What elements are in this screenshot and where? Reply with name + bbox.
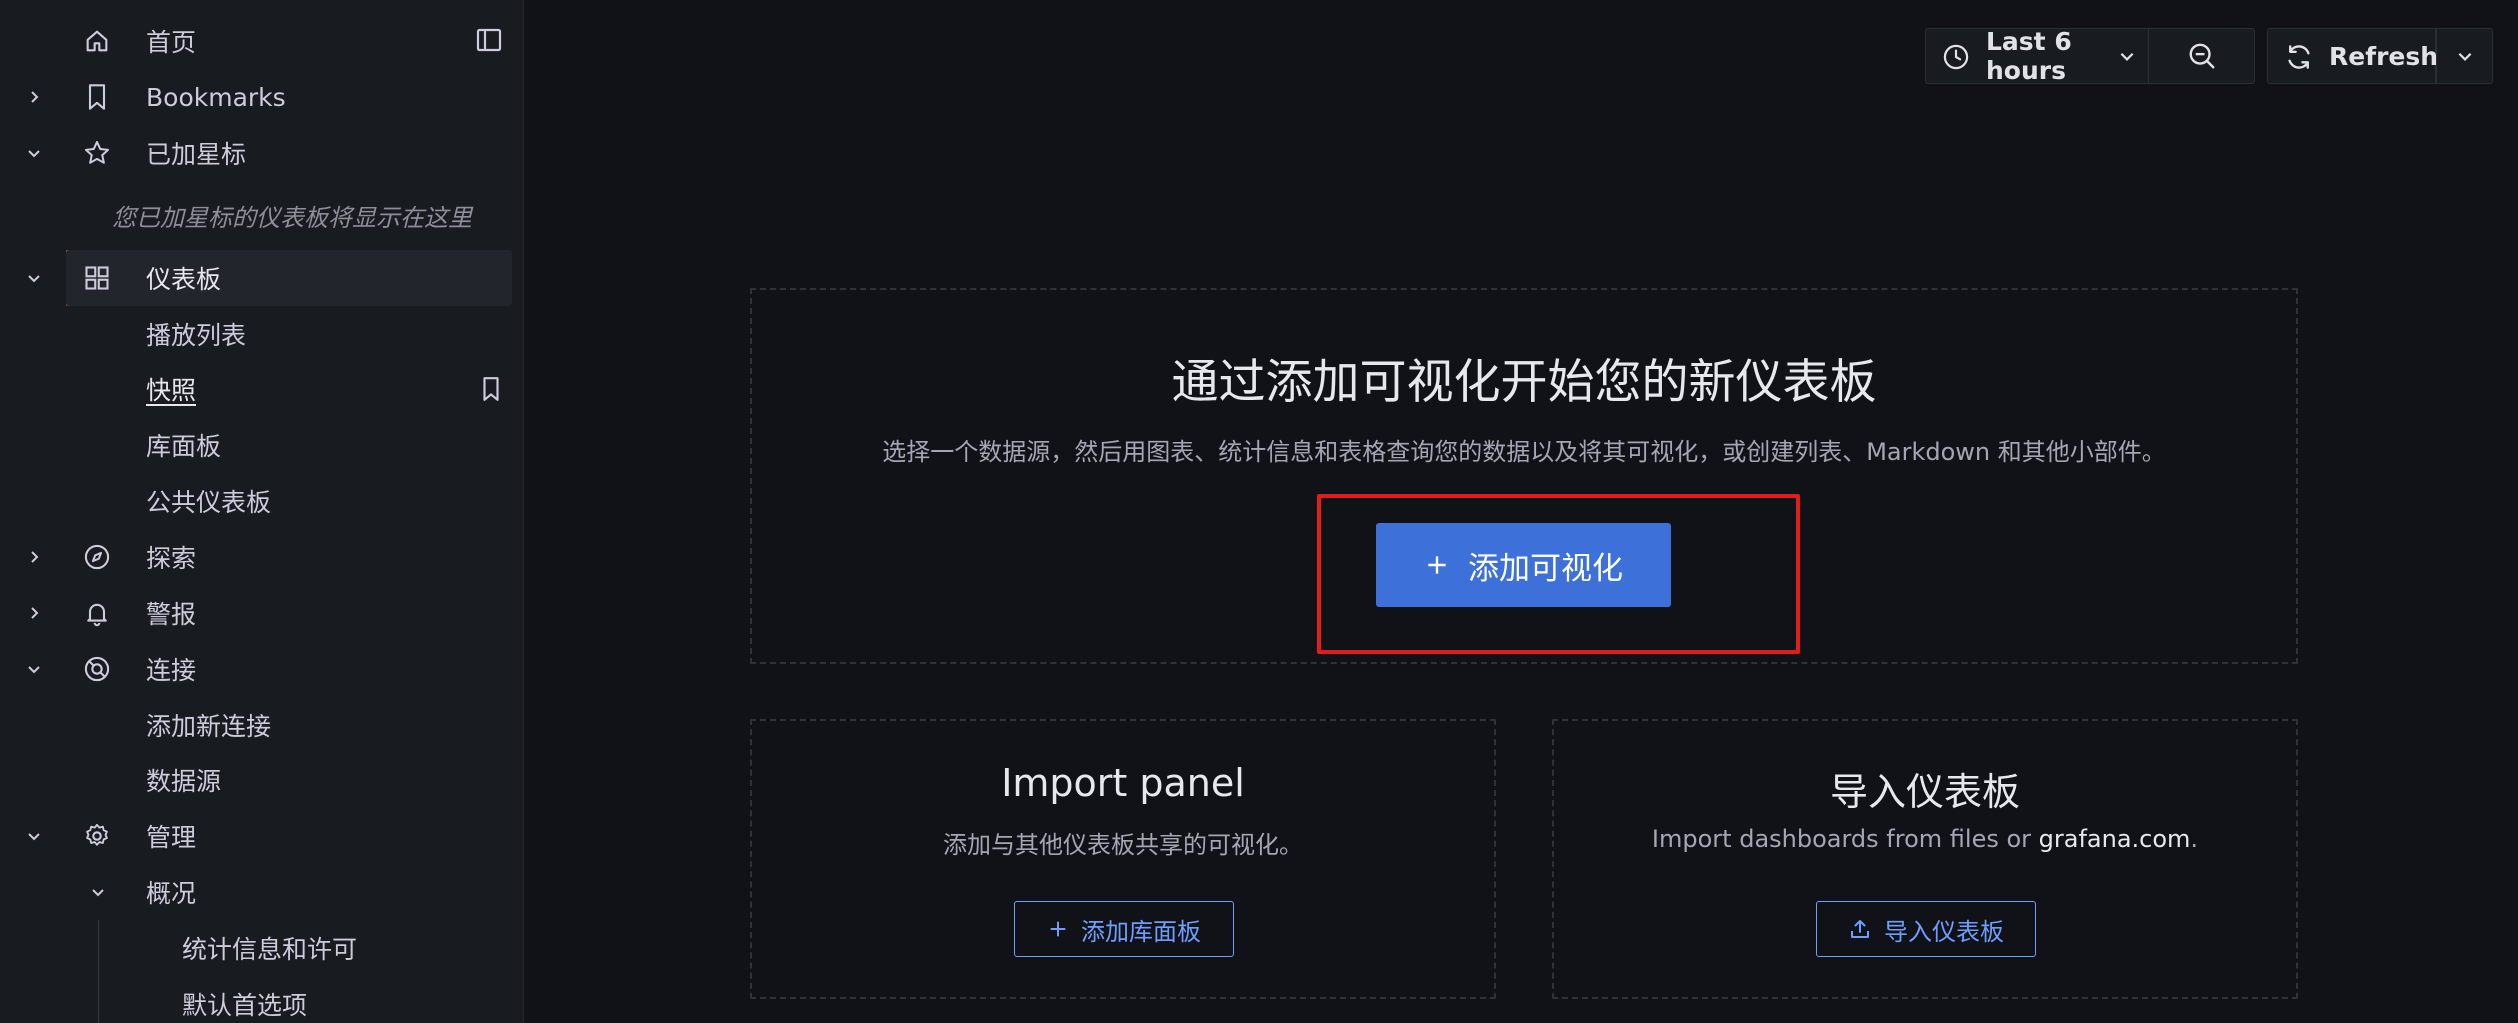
chevron-down-icon[interactable]	[22, 824, 46, 848]
import-panel-card: Import panel 添加与其他仪表板共享的可视化。 添加库面板	[750, 719, 1496, 999]
plus-icon	[1050, 921, 1066, 937]
grafana-com-link[interactable]: grafana.com	[2039, 825, 2191, 853]
import-panel-title: Import panel	[1001, 761, 1245, 805]
sidebar: 首页 Bookmarks 已加星标 您已加星标的仪表板将显示在这里 仪表板 播放…	[0, 0, 524, 1023]
refresh-button[interactable]: Refresh	[2267, 28, 2439, 84]
chevron-down-icon[interactable]	[22, 141, 46, 165]
bookmark-icon[interactable]	[480, 376, 502, 402]
import-dashboard-desc-prefix: Import dashboards from files or	[1651, 825, 2039, 853]
zoom-out-button[interactable]	[2149, 28, 2255, 84]
nav-item-bookmarks[interactable]: Bookmarks	[0, 69, 512, 125]
nav-item-stats-license[interactable]: 统计信息和许可	[0, 920, 512, 976]
nav-item-playlists-label: 播放列表	[146, 321, 247, 350]
add-visualization-button[interactable]: 添加可视化	[1376, 523, 1671, 607]
bookmark-icon	[82, 82, 112, 112]
import-dashboard-card: 导入仪表板 Import dashboards from files or gr…	[1552, 719, 2298, 999]
chevron-right-icon[interactable]	[22, 85, 46, 109]
clock-icon	[1943, 44, 1969, 70]
starred-empty-hint: 您已加星标的仪表板将显示在这里	[112, 204, 472, 232]
refresh-label: Refresh	[2329, 41, 2439, 71]
refresh-interval-dropdown[interactable]	[2436, 28, 2493, 84]
import-dashboard-description: Import dashboards from files or grafana.…	[1554, 825, 2296, 853]
bell-icon	[82, 598, 112, 628]
nav-item-default-prefs[interactable]: 默认首选项	[0, 976, 512, 1023]
nav-item-connections[interactable]: 连接	[0, 641, 512, 697]
add-visualization-label: 添加可视化	[1468, 550, 1623, 587]
nav-item-add-connection[interactable]: 添加新连接	[0, 697, 512, 753]
nav-item-starred-label: 已加星标	[146, 140, 247, 169]
nav-item-dashboards-label: 仪表板	[146, 265, 222, 294]
nav-item-administration[interactable]: 管理	[0, 808, 512, 864]
nav-item-snapshots[interactable]: 快照	[0, 361, 512, 417]
import-dashboard-desc-suffix: .	[2190, 825, 2199, 853]
chevron-right-icon[interactable]	[22, 601, 46, 625]
compass-icon	[82, 542, 112, 572]
chevron-right-icon[interactable]	[22, 545, 46, 569]
chevron-down-icon	[2120, 52, 2134, 61]
nav-item-public-dashboards[interactable]: 公共仪表板	[0, 473, 512, 529]
nav-item-data-sources[interactable]: 数据源	[0, 752, 512, 808]
nav-item-dashboards[interactable]: 仪表板	[28, 250, 512, 306]
nav-item-administration-label: 管理	[146, 823, 197, 852]
zoom-out-icon	[2189, 43, 2214, 69]
plus-icon	[1428, 556, 1446, 574]
nav-item-default-prefs-label: 默认首选项	[182, 991, 308, 1020]
import-panel-description: 添加与其他仪表板共享的可视化。	[943, 831, 1303, 859]
time-range-picker[interactable]: Last 6 hours	[1925, 27, 2149, 85]
nav-item-explore-label: 探索	[146, 544, 197, 573]
upload-icon	[1851, 920, 1869, 938]
empty-dashboard-title: 通过添加可视化开始您的新仪表板	[1171, 355, 1877, 410]
nav-item-home-label: 首页	[146, 28, 197, 57]
connections-icon	[82, 654, 112, 684]
nav-item-public-dashboards-label: 公共仪表板	[146, 488, 272, 517]
nav-item-connections-label: 连接	[146, 656, 197, 685]
chevron-down-icon[interactable]	[86, 880, 110, 904]
chevron-down-icon[interactable]	[22, 266, 46, 290]
add-library-panel-label: 添加库面板	[1081, 917, 1201, 946]
nav-item-snapshots-label: 快照	[146, 376, 197, 405]
gear-icon	[82, 821, 112, 851]
nav-item-alerting-label: 警报	[146, 600, 197, 629]
nav-item-add-connection-label: 添加新连接	[146, 712, 272, 741]
import-dashboard-title: 导入仪表板	[1829, 770, 2020, 814]
nav-item-bookmarks-label: Bookmarks	[146, 82, 286, 112]
nav-item-library-panels-label: 库面板	[146, 432, 222, 461]
nav-item-starred[interactable]: 已加星标	[0, 125, 512, 181]
refresh-icon	[2288, 45, 2310, 69]
nav-item-data-sources-label: 数据源	[146, 767, 222, 796]
chevron-down-icon	[2458, 52, 2471, 61]
star-icon	[82, 138, 112, 168]
home-icon	[82, 26, 112, 56]
nav-item-alerting[interactable]: 警报	[0, 585, 512, 641]
nav-item-explore[interactable]: 探索	[0, 529, 512, 585]
nav-item-library-panels[interactable]: 库面板	[0, 417, 512, 473]
add-library-panel-button[interactable]: 添加库面板	[1014, 901, 1234, 957]
nav-item-home[interactable]: 首页	[0, 13, 512, 69]
apps-grid-icon	[82, 263, 112, 293]
empty-dashboard-description: 选择一个数据源，然后用图表、统计信息和表格查询您的数据以及将其可视化，或创建列表…	[882, 438, 2166, 466]
nav-item-overview-label: 概况	[146, 879, 197, 908]
nav-item-overview[interactable]: 概况	[0, 864, 512, 920]
import-dashboard-button[interactable]: 导入仪表板	[1816, 901, 2036, 957]
nav-item-playlists[interactable]: 播放列表	[0, 306, 512, 362]
nav-item-stats-license-label: 统计信息和许可	[182, 935, 358, 964]
import-dashboard-label: 导入仪表板	[1884, 917, 2004, 946]
chevron-down-icon[interactable]	[22, 657, 46, 681]
